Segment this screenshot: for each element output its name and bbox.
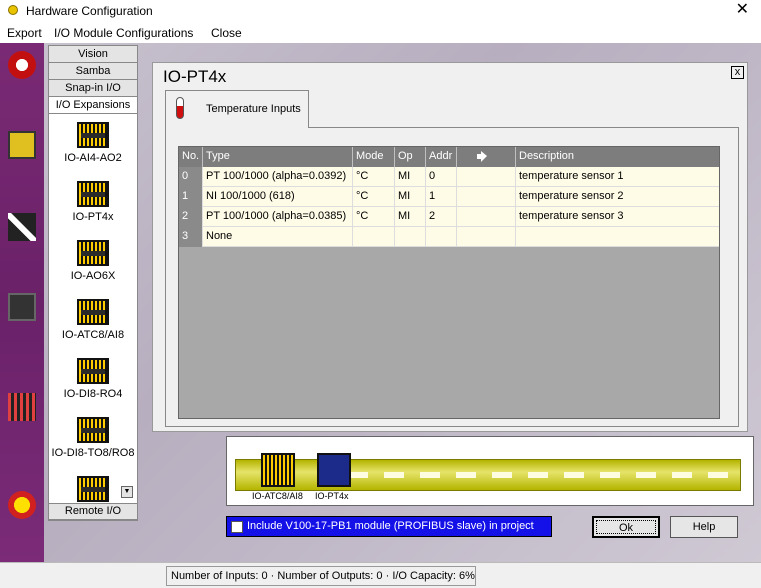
- status-io-summary: Number of Inputs: 0 · Number of Outputs:…: [166, 566, 476, 586]
- rail-module-label: IO-ATC8/AI8: [252, 491, 303, 501]
- palette-scroll-down-button[interactable]: ▼: [121, 486, 133, 498]
- io-module-icon: [77, 476, 109, 502]
- io-module-icon: [77, 181, 109, 207]
- palette-item-io-ao6x[interactable]: IO-AO6X: [51, 236, 135, 294]
- include-profibus-checkbox[interactable]: Include V100-17-PB1 module (PROFIBUS sla…: [226, 516, 552, 537]
- din-rail: [235, 459, 741, 491]
- palette-tab-vision[interactable]: Vision: [49, 46, 137, 63]
- palette-item-io-atc8-ai8[interactable]: IO-ATC8/AI8: [51, 295, 135, 353]
- din-rail-panel: IO-ATC8/AI8 IO-PT4x: [226, 436, 754, 506]
- col-description[interactable]: Description: [516, 147, 719, 167]
- palette-tab-samba[interactable]: Samba: [49, 63, 137, 80]
- col-op[interactable]: Op: [395, 147, 426, 167]
- app-icon: [8, 5, 18, 15]
- io-module-icon: [77, 417, 109, 443]
- io-module-icon: [77, 240, 109, 266]
- rail-module-io-pt4x[interactable]: [317, 453, 351, 487]
- pointer-icon[interactable]: [8, 213, 36, 241]
- io-module-icon: [77, 122, 109, 148]
- thermometer-icon: [176, 97, 184, 119]
- window-title: Hardware Configuration: [26, 4, 153, 18]
- checkbox-icon[interactable]: [231, 521, 243, 533]
- title-bar: Hardware Configuration ✕: [0, 0, 761, 23]
- ok-button[interactable]: Ok: [592, 516, 660, 538]
- module-palette: Vision Samba Snap-in I/O I/O Expansions …: [48, 45, 138, 521]
- rail-module-label: IO-PT4x: [315, 491, 349, 501]
- palette-item-partial[interactable]: [51, 472, 135, 530]
- left-toolbar: [0, 43, 44, 562]
- col-speaker[interactable]: [457, 147, 516, 167]
- help-button[interactable]: Help: [670, 516, 738, 538]
- col-mode[interactable]: Mode: [353, 147, 395, 167]
- io-pt4x-dialog: IO-PT4x x Temperature Inputs No. Type Mo…: [152, 62, 748, 432]
- device-icon[interactable]: [8, 293, 36, 321]
- palette-item-io-di8-to8-ro8[interactable]: IO-DI8-TO8/RO8: [51, 413, 135, 471]
- palette-item-io-ai4-ao2[interactable]: IO-AI4-AO2: [51, 118, 135, 176]
- io-module-icon[interactable]: [8, 393, 36, 421]
- col-type[interactable]: Type: [203, 147, 353, 167]
- menu-io-module-configurations[interactable]: I/O Module Configurations: [54, 26, 193, 40]
- col-no[interactable]: No.: [179, 147, 203, 167]
- io-module-icon: [77, 358, 109, 384]
- palette-tab-remote-io[interactable]: Remote I/O: [48, 503, 138, 520]
- menu-export[interactable]: Export: [7, 26, 42, 40]
- rail-module-io-atc8-ai8[interactable]: [261, 453, 295, 487]
- table-row[interactable]: 3 None: [179, 227, 719, 247]
- table-header: No. Type Mode Op Addr Description: [179, 147, 719, 167]
- alert-icon[interactable]: [8, 491, 36, 519]
- col-addr[interactable]: Addr: [426, 147, 457, 167]
- palette-item-io-di8-ro4[interactable]: IO-DI8-RO4: [51, 354, 135, 412]
- table-row[interactable]: 0 PT 100/1000 (alpha=0.0392) °C MI 0 tem…: [179, 167, 719, 187]
- palette-tab-io-expansions[interactable]: I/O Expansions: [49, 97, 137, 114]
- controller-icon[interactable]: [8, 131, 36, 159]
- table-row[interactable]: 2 PT 100/1000 (alpha=0.0385) °C MI 2 tem…: [179, 207, 719, 227]
- unitronics-logo-icon[interactable]: [8, 51, 36, 79]
- palette-tab-snap-in-io[interactable]: Snap-in I/O: [49, 80, 137, 97]
- workspace: Vision Samba Snap-in I/O I/O Expansions …: [0, 43, 761, 562]
- status-bar: Number of Inputs: 0 · Number of Outputs:…: [0, 562, 761, 588]
- speaker-icon: [477, 151, 491, 162]
- palette-item-io-pt4x[interactable]: IO-PT4x: [51, 177, 135, 235]
- dialog-close-button[interactable]: x: [731, 66, 744, 79]
- table-row[interactable]: 1 NI 100/1000 (618) °C MI 1 temperature …: [179, 187, 719, 207]
- io-module-icon: [77, 299, 109, 325]
- dialog-title: IO-PT4x: [163, 67, 227, 86]
- tab-temperature-inputs[interactable]: Temperature Inputs: [165, 90, 309, 128]
- menu-bar: Export I/O Module Configurations Close: [0, 23, 761, 43]
- menu-close[interactable]: Close: [211, 26, 242, 40]
- rail-slots: [348, 472, 732, 478]
- temperature-inputs-table: No. Type Mode Op Addr Description 0 PT 1…: [178, 146, 720, 419]
- window-close-button[interactable]: ✕: [736, 2, 749, 18]
